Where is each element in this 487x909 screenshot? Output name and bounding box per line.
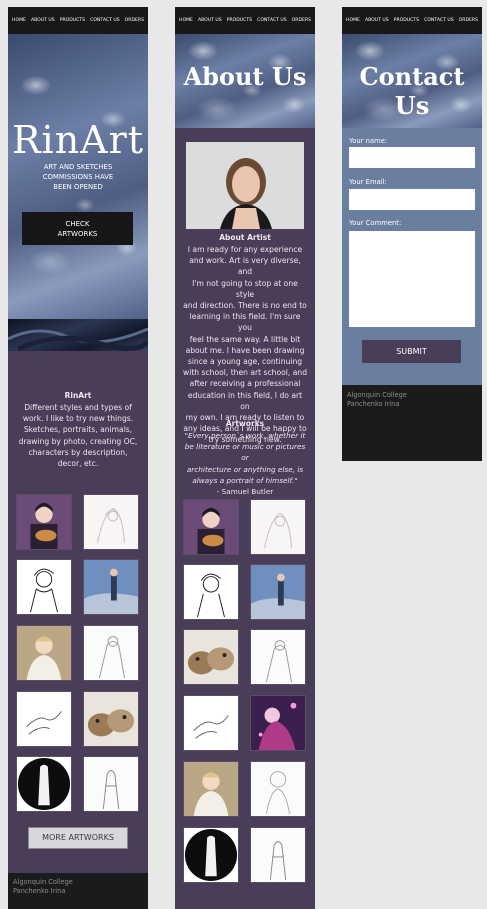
nav-bar: HOME ABOUT US PRODUCTS CONTACT US ORDERS <box>175 7 315 34</box>
about-artist-title: About Artist <box>219 233 271 242</box>
artist-photo <box>186 142 304 229</box>
nav-products-link[interactable]: PRODUCTS <box>60 18 85 23</box>
artwork-thumb[interactable] <box>250 564 306 620</box>
artwork-thumb[interactable] <box>16 559 72 615</box>
quote-author: - Samuel Butler <box>216 487 274 497</box>
artwork-thumb[interactable] <box>183 629 239 685</box>
nav-bar: HOME ABOUT US PRODUCTS CONTACT US ORDERS <box>8 7 148 34</box>
artwork-thumb[interactable] <box>250 827 306 883</box>
artwork-thumb[interactable] <box>83 559 139 615</box>
artwork-thumb[interactable] <box>250 695 306 751</box>
artwork-thumb[interactable] <box>83 756 139 812</box>
home-intro-text: Different styles and types of work. I li… <box>18 403 138 469</box>
nav-products-link[interactable]: PRODUCTS <box>227 18 252 23</box>
artwork-thumb[interactable] <box>16 625 72 681</box>
artwork-thumb[interactable] <box>83 494 139 550</box>
comment-textarea[interactable] <box>349 231 475 327</box>
artwork-thumb[interactable] <box>183 695 239 751</box>
nav-bar: HOME ABOUT US PRODUCTS CONTACT US ORDERS <box>342 7 482 34</box>
about-artworks: Artworks "Every person`s work, whether i… <box>183 419 307 497</box>
artwork-thumb[interactable] <box>83 625 139 681</box>
artwork-thumb[interactable] <box>16 691 72 747</box>
nav-home-link[interactable]: HOME <box>346 18 360 23</box>
email-label: Your Email: <box>349 178 387 186</box>
footer: Algonquin College Panchenko Irina <box>8 873 148 909</box>
name-field[interactable] <box>349 147 475 168</box>
nav-about-link[interactable]: ABOUT US <box>198 18 222 23</box>
name-label: Your name: <box>349 137 388 145</box>
email-field[interactable] <box>349 189 475 210</box>
artwork-thumb[interactable] <box>250 761 306 817</box>
submit-button[interactable]: SUBMIT <box>362 340 461 363</box>
more-artworks-button[interactable]: MORE ARTWORKS <box>28 827 128 849</box>
artwork-thumb[interactable] <box>183 827 239 883</box>
footer-author: Panchenko Irina <box>347 400 400 408</box>
about-hero-title: About Us <box>183 62 307 91</box>
home-intro-title: RinArt <box>64 391 92 400</box>
contact-hero-image: Contact Us <box>342 34 482 128</box>
nav-home-link[interactable]: HOME <box>12 18 26 23</box>
nav-contact-link[interactable]: CONTACT US <box>90 18 120 23</box>
contact-page-preview: HOME ABOUT US PRODUCTS CONTACT US ORDERS… <box>342 7 482 461</box>
artwork-thumb[interactable] <box>183 499 239 555</box>
footer-author: Panchenko Irina <box>13 887 66 895</box>
banner-strip-art <box>8 327 148 352</box>
nav-contact-link[interactable]: CONTACT US <box>257 18 287 23</box>
home-intro: RinArt Different styles and types of wor… <box>16 391 140 469</box>
home-hero-image: RinArt ART AND SKETCHES COMMISSIONS HAVE… <box>8 34 148 319</box>
home-hero-subtitle: ART AND SKETCHES COMMISSIONS HAVE BEEN O… <box>42 163 114 191</box>
footer: Algonquin College Panchenko Irina <box>342 385 482 461</box>
artwork-thumb[interactable] <box>16 494 72 550</box>
artwork-thumb[interactable] <box>83 691 139 747</box>
home-page-preview: HOME ABOUT US PRODUCTS CONTACT US ORDERS… <box>8 7 148 909</box>
about-artworks-title: Artworks <box>225 419 265 428</box>
contact-hero-title: Contact Us <box>359 62 465 120</box>
about-page-preview: HOME ABOUT US PRODUCTS CONTACT US ORDERS… <box>175 7 315 909</box>
artwork-thumb[interactable] <box>250 499 306 555</box>
footer-college: Algonquin College <box>13 878 73 886</box>
nav-contact-link[interactable]: CONTACT US <box>424 18 454 23</box>
comment-label: Your Comment: <box>349 219 402 227</box>
artwork-thumb[interactable] <box>183 761 239 817</box>
home-hero-title: RinArt <box>11 118 145 162</box>
quote-text: "Every person`s work, whether it be lite… <box>184 431 306 485</box>
about-artist-text: I am ready for any experience and work. … <box>183 245 308 445</box>
nav-about-link[interactable]: ABOUT US <box>365 18 389 23</box>
nav-orders-link[interactable]: ORDERS <box>459 18 478 23</box>
nav-products-link[interactable]: PRODUCTS <box>394 18 419 23</box>
about-hero-image: About Us <box>175 34 315 128</box>
nav-orders-link[interactable]: ORDERS <box>292 18 311 23</box>
about-artist: About Artist I am ready for any experien… <box>183 233 307 446</box>
nav-about-link[interactable]: ABOUT US <box>31 18 55 23</box>
nav-home-link[interactable]: HOME <box>179 18 193 23</box>
artwork-thumb[interactable] <box>250 629 306 685</box>
footer-college: Algonquin College <box>347 391 407 399</box>
artwork-thumb[interactable] <box>183 564 239 620</box>
banner-strip-image <box>8 319 148 352</box>
artwork-thumb[interactable] <box>16 756 72 812</box>
nav-orders-link[interactable]: ORDERS <box>125 18 144 23</box>
check-artworks-button[interactable]: CHECK ARTWORKS <box>22 212 133 245</box>
